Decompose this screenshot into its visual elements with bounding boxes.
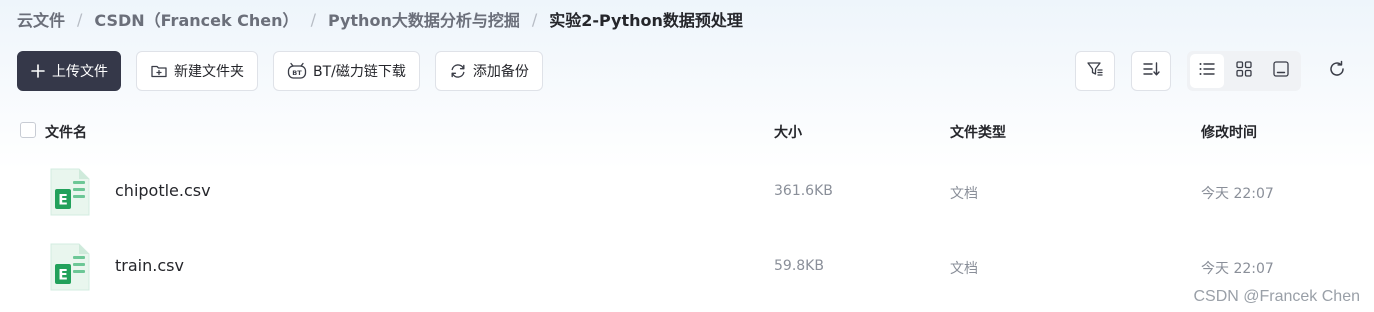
file-size: 59.8KB (774, 258, 824, 274)
file-size: 361.6KB (774, 183, 833, 199)
breadcrumb-current: 实验2-Python数据预处理 (549, 11, 743, 30)
breadcrumb-root[interactable]: 云文件 (17, 7, 65, 31)
svg-text:E: E (58, 193, 68, 209)
file-name[interactable]: train.csv (115, 256, 184, 275)
breadcrumb: 云文件 / CSDN（Francek Chen） / Python大数据分析与挖… (17, 7, 743, 31)
refresh-icon (1327, 59, 1347, 83)
list-view-button[interactable] (1190, 54, 1224, 88)
breadcrumb-item-csdn[interactable]: CSDN（Francek Chen） (94, 7, 298, 31)
bt-icon: BT (287, 62, 307, 80)
excel-file-icon: E (49, 242, 91, 296)
list-view-icon (1197, 59, 1217, 83)
add-backup-button[interactable]: 添加备份 (434, 51, 543, 91)
new-folder-button[interactable]: 新建文件夹 (136, 51, 258, 91)
watermark: CSDN @Francek Chen (1193, 288, 1360, 305)
file-type: 文档 (950, 186, 978, 202)
bt-download-label: BT/磁力链下载 (313, 64, 406, 80)
table-row[interactable]: E chipotle.csv 361.6KB 文档 今天 22:07 (0, 161, 1374, 221)
svg-text:E: E (58, 268, 68, 284)
filter-button[interactable] (1075, 51, 1115, 91)
view-mode-group (1187, 51, 1301, 91)
breadcrumb-item-python[interactable]: Python大数据分析与挖掘 (328, 7, 520, 31)
preview-view-icon (1271, 59, 1291, 83)
filter-icon (1085, 59, 1105, 83)
select-all-checkbox[interactable] (20, 122, 36, 138)
table-row[interactable]: E train.csv 59.8KB 文档 今天 22:07 (0, 236, 1374, 296)
grid-view-button[interactable] (1227, 54, 1261, 88)
header-size[interactable]: 大小 (774, 122, 802, 142)
plus-icon (30, 63, 46, 79)
add-backup-label: 添加备份 (472, 64, 529, 80)
sort-button[interactable] (1131, 51, 1171, 91)
svg-text:BT: BT (292, 69, 302, 77)
breadcrumb-separator: / (310, 9, 316, 29)
upload-label: 上传文件 (52, 64, 108, 80)
file-modified: 今天 22:07 (1201, 186, 1274, 202)
new-folder-label: 新建文件夹 (174, 64, 244, 80)
refresh-button[interactable] (1317, 51, 1357, 91)
backup-icon (449, 62, 467, 80)
folder-plus-icon (150, 62, 168, 80)
preview-view-button[interactable] (1264, 54, 1298, 88)
toolbar: 上传文件 新建文件夹 BT BT/磁力链下载 添加备份 (17, 51, 543, 91)
view-tools (1075, 51, 1357, 91)
breadcrumb-separator: / (531, 9, 538, 29)
excel-file-icon: E (49, 167, 91, 221)
table-header: 文件名 大小 文件类型 修改时间 (0, 120, 1374, 142)
upload-button[interactable]: 上传文件 (17, 51, 121, 91)
header-type[interactable]: 文件类型 (950, 122, 1006, 142)
file-type: 文档 (950, 261, 978, 277)
breadcrumb-separator: / (77, 9, 83, 29)
grid-view-icon (1234, 59, 1254, 83)
file-modified: 今天 22:07 (1201, 261, 1274, 277)
sort-icon (1141, 59, 1161, 83)
header-name[interactable]: 文件名 (45, 122, 87, 142)
file-name[interactable]: chipotle.csv (115, 181, 211, 200)
header-modified[interactable]: 修改时间 (1201, 122, 1257, 142)
bt-download-button[interactable]: BT BT/磁力链下载 (273, 51, 420, 91)
